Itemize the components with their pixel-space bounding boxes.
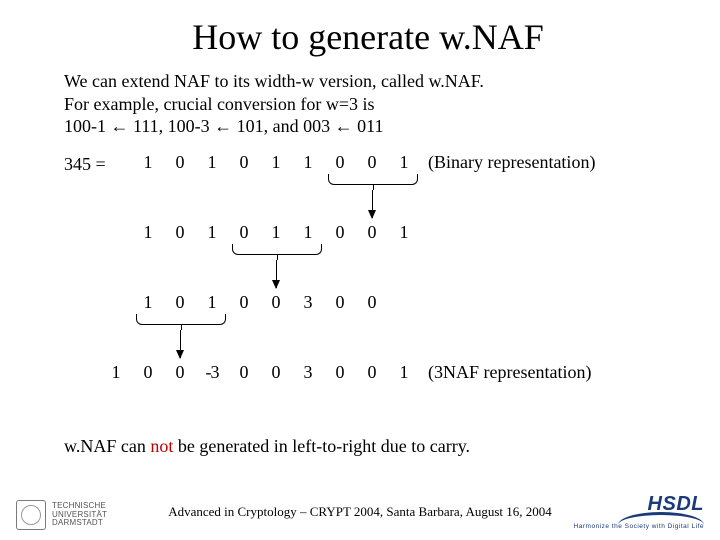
conversion-diagram: 345 = 1 0 1 0 1 1 0 0 1 (Binary represen… — [64, 152, 672, 432]
emphasis-not: not — [150, 436, 173, 456]
down-arrow-icon — [180, 330, 181, 358]
intro-line-2: For example, crucial conversion for w=3 … — [64, 93, 672, 116]
row-3naf: 1 0 0 -3 0 0 3 0 0 1 (3NAF representatio… — [100, 362, 591, 383]
left-arrow-icon: ← — [111, 116, 129, 136]
row-binary-label: (Binary representation) — [428, 152, 595, 173]
brace-icon — [232, 244, 322, 255]
value-equals: 345 = — [64, 154, 106, 175]
left-arrow-icon: ← — [335, 116, 353, 136]
logo-hsdl: HSDL Harmonize the Society with Digital … — [574, 493, 704, 530]
university-seal-icon — [16, 500, 46, 530]
logo-tu-darmstadt: TECHNISCHE UNIVERSITÄT DARMSTADT — [16, 500, 107, 530]
row-step-2: 1 0 1 0 0 3 0 0 — [132, 292, 388, 313]
brace-icon — [136, 314, 226, 325]
intro-line-1: We can extend NAF to its width-w version… — [64, 70, 672, 93]
down-arrow-icon — [276, 260, 277, 288]
down-arrow-icon — [372, 190, 373, 218]
brace-icon — [328, 174, 418, 185]
row-step-1: 1 0 1 0 1 1 0 0 1 — [132, 222, 420, 243]
row-binary: 1 0 1 0 1 1 0 0 1 (Binary representation… — [132, 152, 595, 173]
left-arrow-icon: ← — [214, 116, 232, 136]
intro-text: We can extend NAF to its width-w version… — [64, 70, 672, 138]
intro-line-3: 100-1 ← 111, 100-3 ← 101, and 003 ← 011 — [64, 115, 672, 138]
summary-text: w.NAF can not be generated in left-to-ri… — [64, 436, 672, 457]
slide-title: How to generate w.NAF — [64, 16, 672, 58]
row-3naf-label: (3NAF representation) — [428, 362, 591, 383]
